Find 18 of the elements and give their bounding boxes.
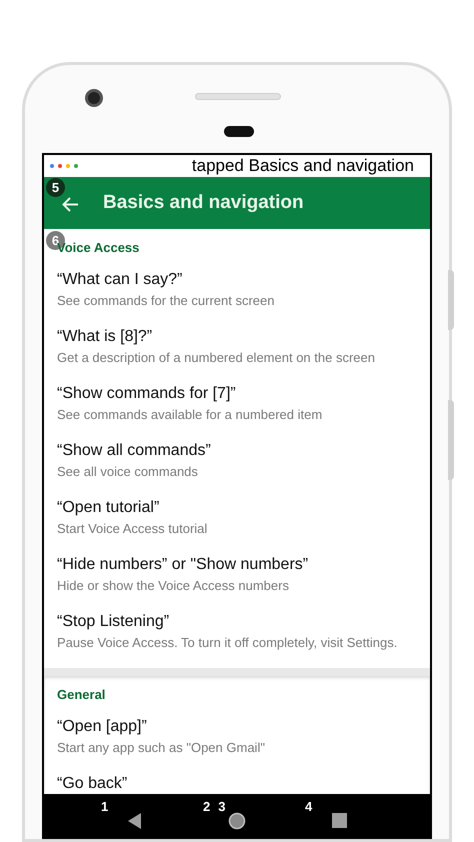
command-item[interactable]: “Open [app]” Start any app such as "Open Gmail": [44, 708, 430, 765]
command-item[interactable]: “Hide numbers” or "Show numbers” Hide or show the Voice Access numbers: [44, 546, 430, 603]
screen-title: Basics and navigation: [103, 190, 304, 215]
command-item[interactable]: “What can I say?” See commands for the current screen: [44, 261, 430, 318]
number-label: 4: [305, 798, 312, 816]
command-item[interactable]: “Go back”: [44, 765, 430, 794]
command-item[interactable]: “Show all commands” See all voice commands: [44, 432, 430, 489]
section-header: General: [57, 686, 106, 704]
command-item[interactable]: “Open tutorial” Start Voice Access tutorial: [44, 489, 430, 546]
number-label: 3: [218, 798, 226, 816]
announcement-text: tapped Basics and navigation: [192, 155, 414, 178]
number-badge: 5: [46, 178, 65, 197]
command-item[interactable]: “What is [8]?” Get a description of a numbered element on the screen: [44, 318, 430, 375]
command-item[interactable]: “Show commands for [7]” See commands available for a numbered item: [44, 375, 430, 432]
section-header: Voice Access: [57, 240, 140, 256]
number-label: 1: [101, 798, 108, 816]
number-label: 2: [203, 798, 210, 816]
command-item[interactable]: “Stop Listening” Pause Voice Access. To turn it off completely, visit Settings.: [44, 603, 430, 660]
